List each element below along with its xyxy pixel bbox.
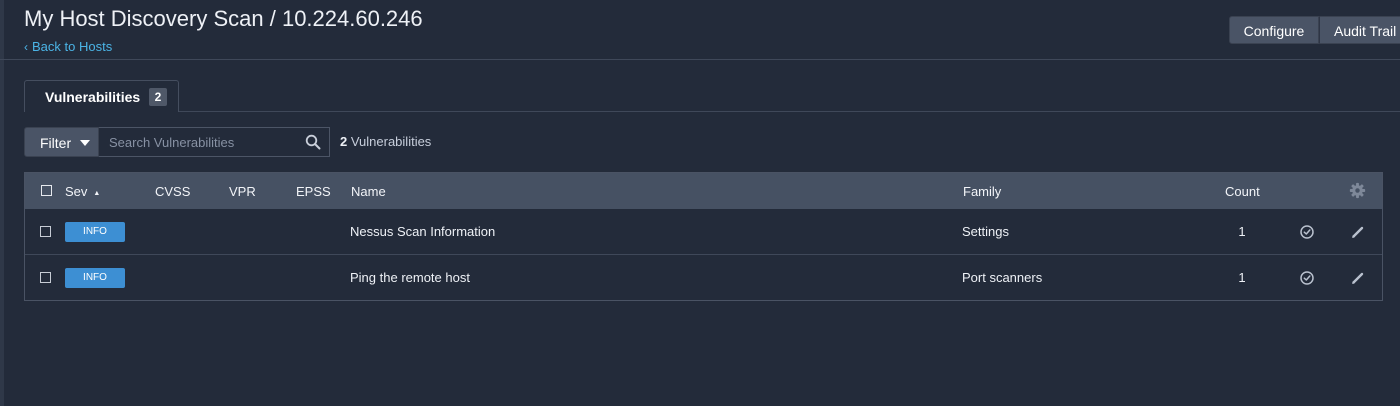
tab-vulnerabilities[interactable]: Vulnerabilities 2 — [24, 80, 179, 112]
table-row[interactable]: INFO Nessus Scan Information Settings 1 — [25, 209, 1382, 255]
search-box — [99, 127, 330, 157]
filter-label: Filter — [40, 135, 72, 151]
search-icon[interactable] — [305, 134, 321, 150]
name-cell: Ping the remote host — [350, 270, 470, 285]
sev-header-label: Sev — [65, 184, 88, 199]
page-title: My Host Discovery Scan / 10.224.60.246 — [24, 6, 423, 31]
result-count-label: Vulnerabilities — [350, 134, 432, 149]
tab-divider — [179, 111, 1400, 112]
count-cell: 1 — [1238, 270, 1246, 285]
column-header-epss[interactable]: EPSS — [296, 184, 331, 199]
table-header: Sev ▲ CVSS VPR EPSS Name Family Count — [25, 173, 1382, 209]
tab-label: Vulnerabilities — [45, 89, 141, 105]
result-count-number: 2 — [340, 134, 348, 149]
caret-down-icon — [80, 140, 90, 146]
back-link-label: Back to Hosts — [32, 39, 113, 54]
filter-button[interactable]: Filter — [24, 127, 99, 157]
column-header-count[interactable]: Count — [1225, 184, 1260, 199]
family-cell: Settings — [962, 224, 1009, 239]
tab-count-badge: 2 — [149, 88, 167, 106]
back-to-hosts-link[interactable]: ‹ Back to Hosts — [24, 39, 112, 54]
name-cell: Nessus Scan Information — [350, 224, 496, 239]
gear-icon[interactable] — [1349, 182, 1366, 199]
left-border — [0, 0, 4, 406]
configure-button[interactable]: Configure — [1229, 16, 1319, 44]
severity-badge: INFO — [65, 268, 125, 288]
header-divider — [0, 59, 1400, 60]
severity-badge: INFO — [65, 222, 125, 242]
column-header-cvss[interactable]: CVSS — [155, 184, 190, 199]
audit-trail-button[interactable]: Audit Trail — [1319, 16, 1400, 44]
count-cell: 1 — [1238, 224, 1246, 239]
check-circle-icon[interactable] — [1299, 270, 1315, 286]
search-input[interactable] — [99, 128, 299, 156]
family-cell: Port scanners — [962, 270, 1043, 285]
column-header-vpr[interactable]: VPR — [229, 184, 256, 199]
row-checkbox[interactable] — [40, 272, 51, 283]
result-count: 2 Vulnerabilities — [340, 134, 431, 149]
check-circle-icon[interactable] — [1299, 224, 1315, 240]
pencil-icon[interactable] — [1350, 224, 1366, 240]
header-toolbar: Configure Audit Trail — [1229, 16, 1400, 44]
row-checkbox[interactable] — [40, 226, 51, 237]
column-header-family[interactable]: Family — [963, 184, 1001, 199]
column-header-name[interactable]: Name — [351, 184, 386, 199]
pencil-icon[interactable] — [1350, 270, 1366, 286]
table-row[interactable]: INFO Ping the remote host Port scanners … — [25, 255, 1382, 301]
select-all-checkbox[interactable] — [41, 185, 52, 196]
chevron-left-icon: ‹ — [24, 40, 28, 54]
vulnerabilities-table: Sev ▲ CVSS VPR EPSS Name Family Count INF… — [24, 172, 1383, 301]
column-header-sev[interactable]: Sev ▲ — [65, 184, 100, 199]
sort-ascending-icon: ▲ — [93, 190, 101, 197]
